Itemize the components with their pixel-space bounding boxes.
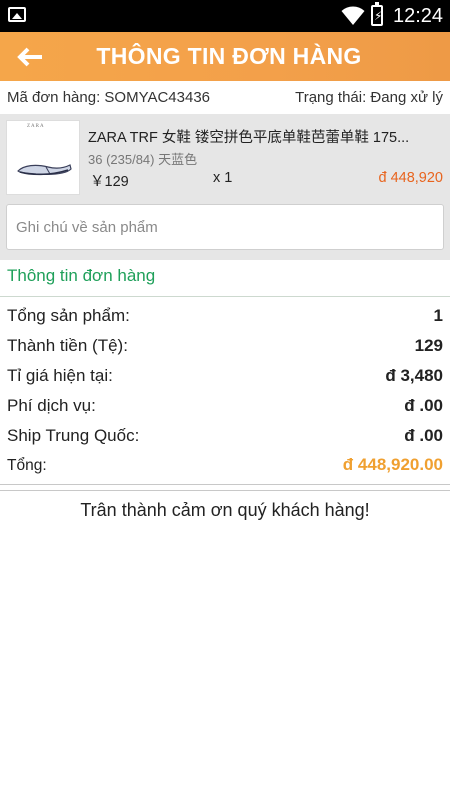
thank-you-message: Trân thành cảm ơn quý khách hàng! bbox=[80, 500, 370, 520]
arrow-left-icon[interactable] bbox=[14, 40, 48, 74]
total-label: Tổng: bbox=[7, 457, 47, 474]
summary-row-china-shipping: Ship Trung Quốc: đ .00 bbox=[0, 421, 450, 451]
order-info-section-title: Thông tin đơn hàng bbox=[7, 266, 156, 285]
order-meta: Mã đơn hàng: SOMYAC43436 Trạng thái: Đan… bbox=[0, 84, 450, 112]
summary-label: Tỉ giá hiện tại: bbox=[7, 366, 113, 385]
page-title: THÔNG TIN ĐƠN HÀNG bbox=[96, 43, 362, 69]
summary-label: Thành tiền (Tệ): bbox=[7, 336, 128, 355]
product-thumbnail: ZARA bbox=[6, 120, 80, 195]
product-note-input[interactable] bbox=[6, 204, 444, 250]
product-name: ZARA TRF 女鞋 镂空拼色平底单鞋芭蕾单鞋 175... bbox=[88, 130, 410, 146]
wifi-icon bbox=[341, 6, 365, 25]
product-unit-price: ￥129 bbox=[90, 174, 129, 190]
app-header: THÔNG TIN ĐƠN HÀNG bbox=[0, 32, 450, 81]
summary-row-subtotal-cny: Thành tiền (Tệ): 129 bbox=[0, 331, 450, 361]
summary-label: Phí dịch vụ: bbox=[7, 396, 96, 415]
summary-row-grand-total: Tổng: đ 448,920.00 bbox=[0, 450, 450, 480]
product-item[interactable]: ZARA ZARA TRF 女鞋 镂空拼色平底单鞋芭蕾单鞋 175... 36 … bbox=[0, 114, 450, 198]
thumb-brand: ZARA bbox=[27, 124, 45, 129]
summary-value: đ .00 bbox=[404, 426, 443, 445]
summary-divider bbox=[0, 490, 450, 491]
summary-value: đ 3,480 bbox=[385, 366, 443, 385]
order-status: Trạng thái: Đang xử lý bbox=[295, 89, 443, 106]
gallery-icon bbox=[8, 7, 26, 22]
battery-charging-icon: ⚡ bbox=[371, 2, 383, 26]
summary-value: 129 bbox=[414, 336, 443, 355]
summary-divider bbox=[0, 484, 450, 485]
total-value: đ 448,920.00 bbox=[342, 455, 443, 474]
summary-row-exchange-rate: Tỉ giá hiện tại: đ 3,480 bbox=[0, 361, 450, 391]
summary-row-service-fee: Phí dịch vụ: đ .00 bbox=[0, 391, 450, 421]
product-variant: 36 (235/84) 天蓝色 bbox=[88, 152, 198, 167]
shoe-icon bbox=[17, 164, 72, 176]
product-line-total: đ 448,920 bbox=[378, 170, 443, 186]
summary-value: đ .00 bbox=[404, 396, 443, 415]
summary-row-total-products: Tổng sản phẩm: 1 bbox=[0, 301, 450, 331]
summary-label: Ship Trung Quốc: bbox=[7, 426, 140, 445]
summary-value: 1 bbox=[433, 306, 443, 325]
status-bar: ⚡ 12:24 bbox=[0, 0, 450, 32]
product-area: ZARA ZARA TRF 女鞋 镂空拼色平底单鞋芭蕾单鞋 175... 36 … bbox=[0, 114, 450, 260]
product-quantity: x 1 bbox=[213, 170, 233, 186]
summary-label: Tổng sản phẩm: bbox=[7, 306, 130, 325]
order-code: Mã đơn hàng: SOMYAC43436 bbox=[7, 89, 211, 106]
section-divider bbox=[0, 296, 450, 297]
status-time: 12:24 bbox=[393, 5, 444, 27]
